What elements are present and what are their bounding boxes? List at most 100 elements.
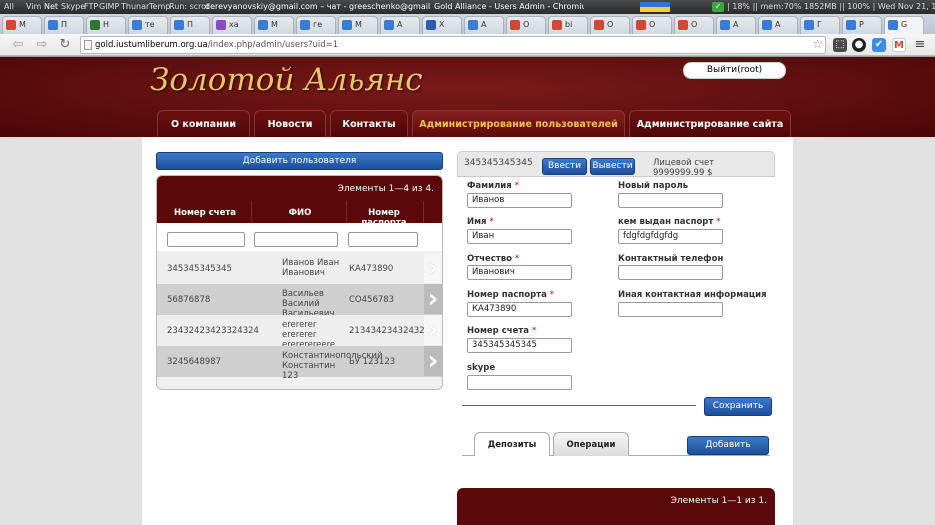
- browser-tab[interactable]: О: [590, 16, 630, 34]
- menu-tab-user-admin[interactable]: Администрирование пользователей: [412, 110, 625, 137]
- tab-favicon-icon: [342, 20, 352, 30]
- gmail-icon[interactable]: M: [892, 38, 906, 52]
- bookmark-star-icon[interactable]: ☆: [812, 37, 823, 51]
- table-row[interactable]: 56876878 Васильев Василий Васильевич СО4…: [157, 284, 442, 319]
- browser-tab[interactable]: ге: [296, 16, 336, 34]
- browser-tab[interactable]: М: [254, 16, 294, 34]
- taskbar-item[interactable]: GIMP: [99, 2, 119, 11]
- save-button[interactable]: Сохранить: [704, 397, 772, 416]
- table-row[interactable]: 345345345345 Иванов Иван Иванович КА4738…: [157, 253, 442, 284]
- passport-issuer-input[interactable]: fdgfdgfdgfdg: [618, 229, 723, 244]
- browser-tab[interactable]: ха: [212, 16, 252, 34]
- browser-tab[interactable]: Р: [842, 16, 882, 34]
- table-row[interactable]: 3245648987 Константинопольский Константи…: [157, 346, 442, 381]
- row-open-chevron-icon[interactable]: ›: [424, 253, 442, 283]
- logout-button[interactable]: Выйти(root): [683, 62, 786, 79]
- forward-icon[interactable]: ⇨: [34, 37, 50, 53]
- browser-tab[interactable]: П: [44, 16, 84, 34]
- skype-input[interactable]: [467, 375, 572, 390]
- extension-icon[interactable]: ⬚: [833, 38, 847, 52]
- extension-icon[interactable]: ●: [852, 38, 866, 52]
- menu-tab-contacts[interactable]: Контакты: [330, 110, 408, 137]
- row-passport: СО456783: [349, 295, 395, 305]
- tab-operations[interactable]: Операции: [553, 432, 629, 456]
- row-open-chevron-icon[interactable]: ›: [424, 315, 442, 345]
- browser-tab[interactable]: М: [338, 16, 378, 34]
- browser-tab[interactable]: П: [170, 16, 210, 34]
- browser-tab[interactable]: Н: [86, 16, 126, 34]
- menu-tab-site-admin[interactable]: Администрирование сайта: [629, 110, 791, 137]
- taskbar-window-chat[interactable]: derevyanovskiy@gmail.com – чат - greesch…: [205, 2, 430, 11]
- taskbar-item[interactable]: Thunar: [121, 2, 149, 11]
- browser-tab-label: О: [607, 20, 614, 29]
- back-icon[interactable]: ⇦: [10, 37, 26, 53]
- taskbar-item[interactable]: Skype: [61, 2, 85, 11]
- browser-tab-label: П: [187, 20, 194, 29]
- browser-tab-label: А: [481, 20, 487, 29]
- passport-input[interactable]: КА473890: [467, 302, 572, 317]
- menu-icon[interactable]: ≡: [913, 38, 927, 52]
- patronymic-input[interactable]: Иванович: [467, 265, 572, 280]
- filter-account-input[interactable]: [167, 232, 245, 247]
- row-account: 56876878: [167, 295, 211, 305]
- menu-tab-news[interactable]: Новости: [254, 110, 326, 137]
- field-label-passport: Номер паспорта *: [467, 290, 555, 300]
- divider: [462, 405, 696, 406]
- menu-tab-about[interactable]: О компании: [157, 110, 250, 137]
- new-password-input[interactable]: [618, 193, 723, 208]
- browser-tab[interactable]: M: [2, 16, 42, 34]
- other-contact-input[interactable]: [618, 302, 723, 317]
- browser-tab[interactable]: А: [380, 16, 420, 34]
- table-row[interactable]: 23432423423324324 erererer erererer erer…: [157, 315, 442, 350]
- taskbar-item[interactable]: FTP: [84, 2, 98, 11]
- reload-icon[interactable]: ↻: [57, 37, 73, 53]
- browser-tab[interactable]: О: [632, 16, 672, 34]
- surname-input[interactable]: Иванов: [467, 193, 572, 208]
- address-bar[interactable]: gold.iustumliberum.org.ua/index.php/admi…: [80, 36, 826, 54]
- browser-tab[interactable]: G: [884, 16, 924, 34]
- taskbar-window-chromium[interactable]: Gold Alliance - Users Admin - Chromium: [434, 2, 584, 11]
- taskbar-item[interactable]: Vim: [26, 2, 41, 11]
- column-header-name[interactable]: ФИО: [253, 208, 347, 218]
- add-deposit-button[interactable]: Добавить депозит: [687, 436, 769, 467]
- filter-passport-input[interactable]: [348, 232, 418, 247]
- name-input[interactable]: Иван: [467, 229, 572, 244]
- browser-tab[interactable]: О: [506, 16, 546, 34]
- taskbar-item[interactable]: All: [4, 2, 14, 11]
- field-label-surname: Фамилия *: [467, 181, 519, 191]
- site-logo[interactable]: Золотой Альянс: [150, 62, 423, 98]
- browser-tab[interactable]: bi: [548, 16, 588, 34]
- tab-deposits[interactable]: Депозиты: [474, 432, 550, 456]
- column-header-account[interactable]: Номер счета: [157, 208, 253, 218]
- browser-tab[interactable]: Х: [422, 16, 462, 34]
- add-user-button[interactable]: Добавить пользователя: [156, 152, 443, 170]
- flag-icon: [640, 2, 670, 12]
- tab-favicon-icon: [846, 20, 856, 30]
- taskbar-item[interactable]: Temp: [149, 2, 170, 11]
- deposit-button[interactable]: Ввести: [542, 158, 587, 175]
- field-label-passport-issuer: кем выдан паспорт *: [618, 217, 721, 227]
- deposits-elements-info: Элементы 1—1 из 1.: [670, 496, 767, 506]
- taskbar-item[interactable]: Net: [44, 2, 58, 11]
- browser-tab[interactable]: те: [128, 16, 168, 34]
- row-open-chevron-icon[interactable]: ›: [424, 346, 442, 376]
- browser-tab[interactable]: А: [464, 16, 504, 34]
- account-number: 345345345345: [464, 158, 533, 168]
- taskbar-item[interactable]: Run: scrot: [169, 2, 209, 11]
- tab-favicon-icon: [174, 20, 184, 30]
- browser-tab[interactable]: Г: [800, 16, 840, 34]
- browser-tab[interactable]: А: [758, 16, 798, 34]
- tab-favicon-icon: [48, 20, 58, 30]
- row-account: 345345345345: [167, 264, 232, 274]
- filter-name-input[interactable]: [254, 232, 338, 247]
- browser-tab-label: М: [271, 20, 278, 29]
- extension-icon[interactable]: ✔: [872, 38, 886, 52]
- row-open-chevron-icon[interactable]: ›: [424, 284, 442, 314]
- withdraw-button[interactable]: Вывести: [590, 158, 635, 175]
- phone-input[interactable]: [618, 265, 723, 280]
- account-input[interactable]: 345345345345: [467, 338, 572, 353]
- browser-tab[interactable]: А: [716, 16, 756, 34]
- browser-tab-label: О: [691, 20, 698, 29]
- field-label-name: Имя *: [467, 217, 494, 227]
- browser-tab[interactable]: О: [674, 16, 714, 34]
